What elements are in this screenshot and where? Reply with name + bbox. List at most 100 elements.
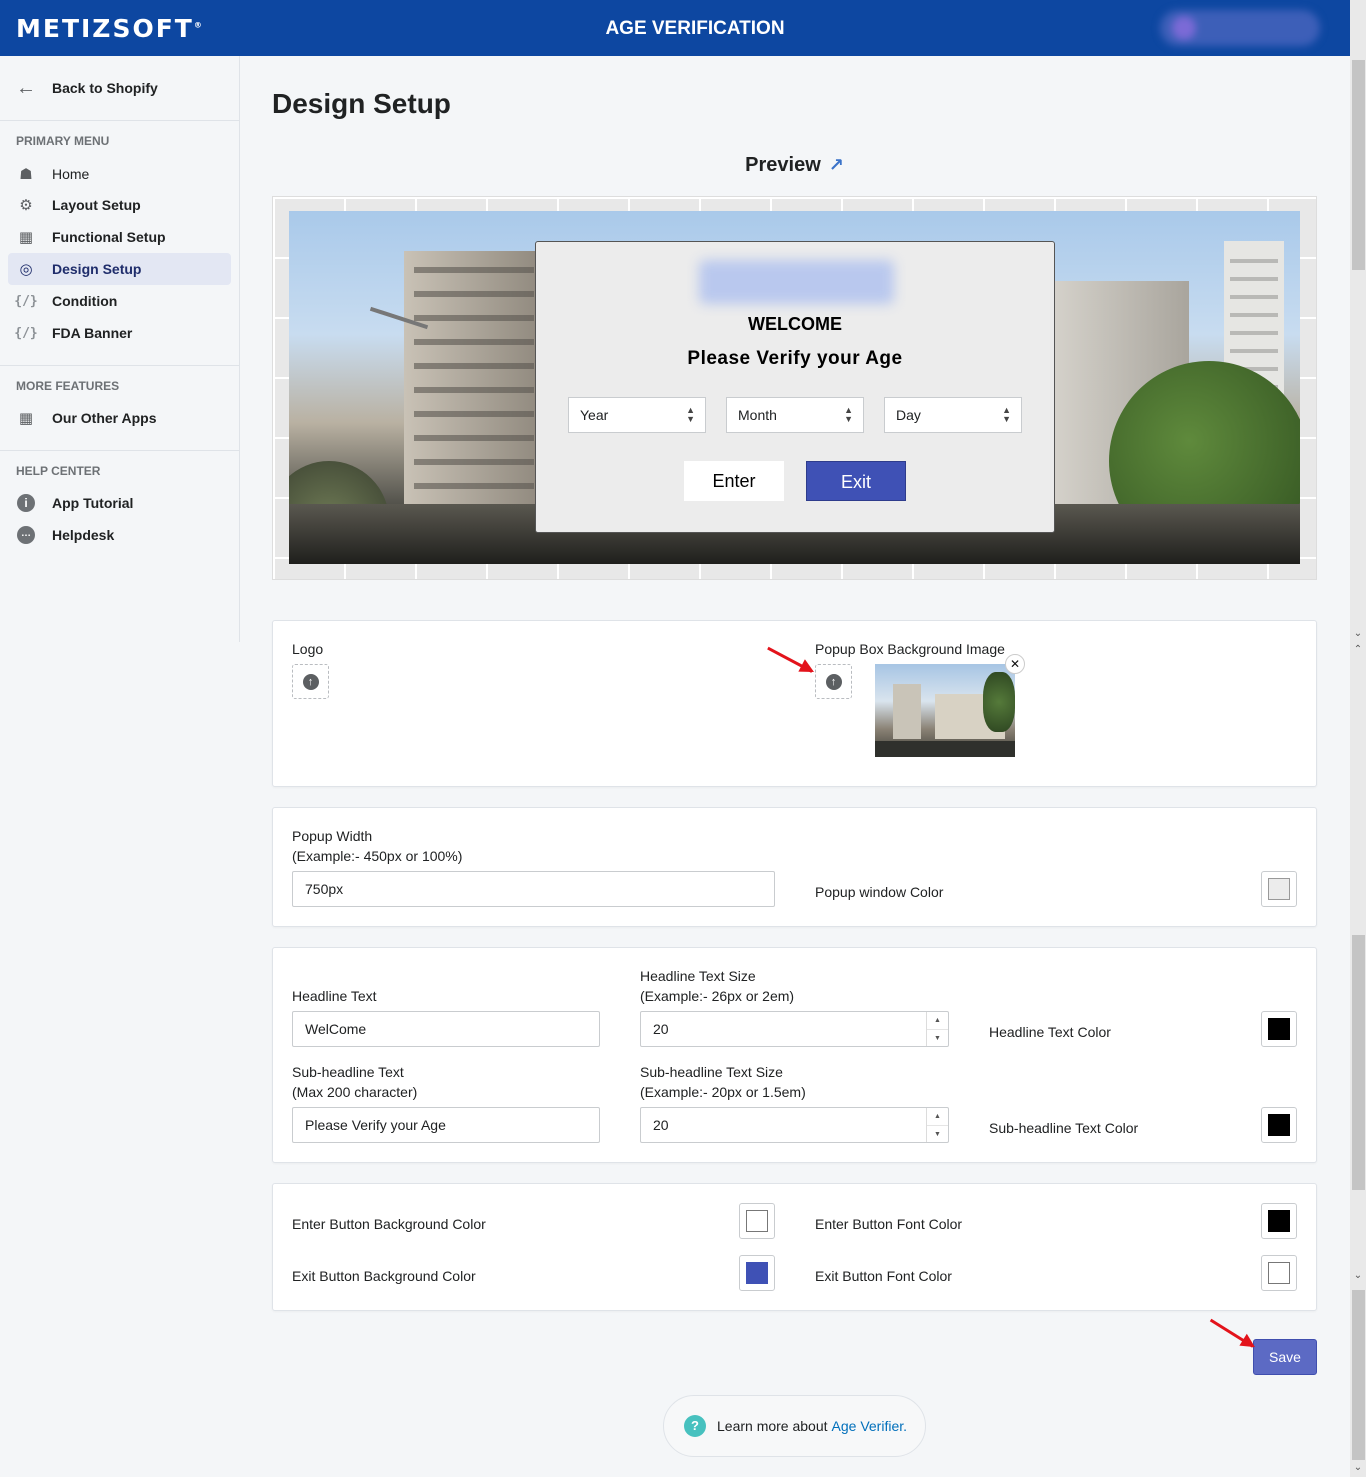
number-stepper[interactable]: ▲ ▼ — [926, 1012, 948, 1046]
scrollbar-thumb[interactable] — [1352, 60, 1365, 270]
color-swatch — [746, 1210, 768, 1232]
upload-arrow-icon: ↑ — [825, 673, 842, 690]
remove-image-close-icon[interactable]: ✕ — [1005, 654, 1025, 674]
popup-width-hint: (Example:- 450px or 100%) — [292, 848, 463, 864]
page-scrollbar[interactable]: ⌄ ⌃ ⌄ ⌄ — [1350, 0, 1366, 1477]
month-select[interactable]: Month ▲ ▼ — [726, 397, 864, 433]
sidebar-divider — [0, 365, 239, 366]
subheadline-size-label: Sub-headline Text Size — [640, 1064, 783, 1080]
save-button[interactable]: Save — [1253, 1339, 1317, 1375]
popup-subheadline: Please Verify your Age — [687, 348, 903, 369]
external-link-icon[interactable]: ↗ — [829, 155, 844, 176]
sidebar-item-label: Home — [52, 166, 90, 182]
sidebar-item-fda-banner[interactable]: {/} FDA Banner — [8, 317, 231, 349]
subheadline-text-input[interactable]: Please Verify your Age — [292, 1107, 600, 1143]
subheadline-size-input[interactable]: 20 ▲ ▼ — [640, 1107, 949, 1143]
popup-width-label: Popup Width — [292, 828, 373, 844]
popup-window-color-label: Popup window Color — [815, 884, 944, 900]
image-settings-card — [272, 620, 1317, 787]
back-label: Back to Shopify — [52, 80, 158, 96]
scrollbar-thumb-secondary[interactable] — [1352, 935, 1365, 1190]
sidebar-item-condition[interactable]: {/} Condition — [8, 285, 231, 317]
code-icon: {/} — [14, 293, 38, 309]
top-header: METIZSOFT® AGE VERIFICATION — [0, 0, 1350, 56]
bg-image-upload-button[interactable]: ↑ — [815, 664, 852, 699]
gear-icon: ⚙ — [19, 197, 33, 214]
color-swatch — [1268, 1262, 1290, 1284]
learn-more-banner: ? Learn more about Age Verifier. — [663, 1395, 926, 1457]
enter-font-color-picker[interactable] — [1261, 1203, 1297, 1239]
scroll-down-arrow-icon[interactable]: ⌄ — [1352, 628, 1364, 640]
popup-window-color-picker[interactable] — [1261, 871, 1297, 907]
popup-enter-button[interactable]: Enter — [684, 461, 784, 501]
sidebar-item-label: Layout Setup — [52, 197, 141, 213]
age-verifier-link[interactable]: Age Verifier. — [832, 1418, 908, 1434]
sidebar-divider — [0, 450, 239, 451]
headline-color-label: Headline Text Color — [989, 1024, 1111, 1040]
upload-arrow-icon: ↑ — [302, 673, 319, 690]
headline-size-hint: (Example:- 26px or 2em) — [640, 988, 795, 1004]
sidebar-item-other-apps[interactable]: ▦ Our Other Apps — [8, 402, 231, 434]
sidebar-divider — [0, 120, 239, 121]
headline-text-input[interactable]: WelCome — [292, 1011, 600, 1047]
enter-bg-color-picker[interactable] — [739, 1203, 775, 1239]
stepper-down-icon[interactable]: ▼ — [927, 1029, 948, 1046]
scrollbar-thumb-tertiary[interactable] — [1352, 1290, 1365, 1460]
stepper-down-icon[interactable]: ▼ — [927, 1125, 948, 1142]
scroll-up-arrow-icon[interactable]: ⌃ — [1352, 644, 1364, 656]
thumbnail-building — [893, 684, 921, 739]
day-select[interactable]: Day ▲ ▼ — [884, 397, 1022, 433]
help-question-icon: ? — [684, 1415, 706, 1437]
bg-image-label: Popup Box Background Image — [815, 641, 1005, 657]
sidebar-item-home[interactable]: ☗ Home — [8, 158, 231, 190]
sidebar-item-design-setup[interactable]: ◎ Design Setup — [8, 253, 231, 285]
exit-bg-color-picker[interactable] — [739, 1255, 775, 1291]
popup-headline: WELCOME — [748, 314, 842, 334]
scroll-down-arrow-icon[interactable]: ⌄ — [1352, 1270, 1364, 1282]
account-menu[interactable] — [1160, 10, 1320, 46]
sidebar-item-app-tutorial[interactable]: i App Tutorial — [8, 487, 231, 519]
subheadline-text-hint: (Max 200 character) — [292, 1084, 418, 1100]
exit-font-color-picker[interactable] — [1261, 1255, 1297, 1291]
stepper-up-icon[interactable]: ▲ — [927, 1108, 948, 1125]
code-icon: {/} — [14, 325, 38, 341]
year-select[interactable]: Year ▲ ▼ — [568, 397, 706, 433]
popup-width-value: 750px — [305, 881, 344, 897]
bg-image-thumbnail — [875, 664, 1015, 757]
popup-width-input[interactable]: 750px — [292, 871, 775, 907]
sidebar-item-functional-setup[interactable]: ▦ Functional Setup — [8, 221, 231, 253]
select-caret-icon: ▲ ▼ — [686, 405, 695, 424]
back-to-shopify-link[interactable]: ← Back to Shopify — [16, 77, 158, 99]
popup-logo — [699, 260, 894, 304]
subheadline-color-picker[interactable] — [1261, 1107, 1297, 1143]
annotation-arrow-icon — [1209, 1318, 1254, 1348]
sidebar: ← Back to Shopify PRIMARY MENU ☗ Home ⚙ … — [0, 56, 240, 642]
button-settings-card — [272, 1183, 1317, 1311]
color-swatch — [1268, 1210, 1290, 1232]
scroll-down-arrow-icon[interactable]: ⌄ — [1352, 1462, 1364, 1474]
page-title: Design Setup — [272, 88, 451, 119]
thumbnail-street — [875, 741, 1015, 757]
age-verification-popup: WELCOME Please Verify your Age Year ▲ ▼ M… — [535, 241, 1055, 533]
color-swatch — [1268, 1018, 1290, 1040]
subheadline-size-hint: (Example:- 20px or 1.5em) — [640, 1084, 806, 1100]
sidebar-item-layout-setup[interactable]: ⚙ Layout Setup — [8, 189, 231, 221]
subheadline-color-label: Sub-headline Text Color — [989, 1120, 1139, 1136]
stepper-up-icon[interactable]: ▲ — [927, 1012, 948, 1029]
headline-size-input[interactable]: 20 ▲ ▼ — [640, 1011, 949, 1047]
popup-exit-button[interactable]: Exit — [806, 461, 906, 501]
subheadline-text-label: Sub-headline Text — [292, 1064, 404, 1080]
sidebar-item-helpdesk[interactable]: … Helpdesk — [8, 519, 231, 551]
thumbnail-tree — [983, 672, 1015, 732]
section-primary-menu: PRIMARY MENU — [16, 134, 110, 148]
subheadline-text-value: Please Verify your Age — [305, 1117, 446, 1133]
sidebar-item-label: Condition — [52, 293, 118, 309]
logo-upload-button[interactable]: ↑ — [292, 664, 329, 699]
headline-size-value: 20 — [653, 1021, 669, 1037]
headline-color-picker[interactable] — [1261, 1011, 1297, 1047]
chat-icon: … — [16, 525, 36, 545]
number-stepper[interactable]: ▲ ▼ — [926, 1108, 948, 1142]
headline-text-label: Headline Text — [292, 988, 377, 1004]
sidebar-item-label: FDA Banner — [52, 325, 133, 341]
sidebar-item-label: Our Other Apps — [52, 410, 157, 426]
